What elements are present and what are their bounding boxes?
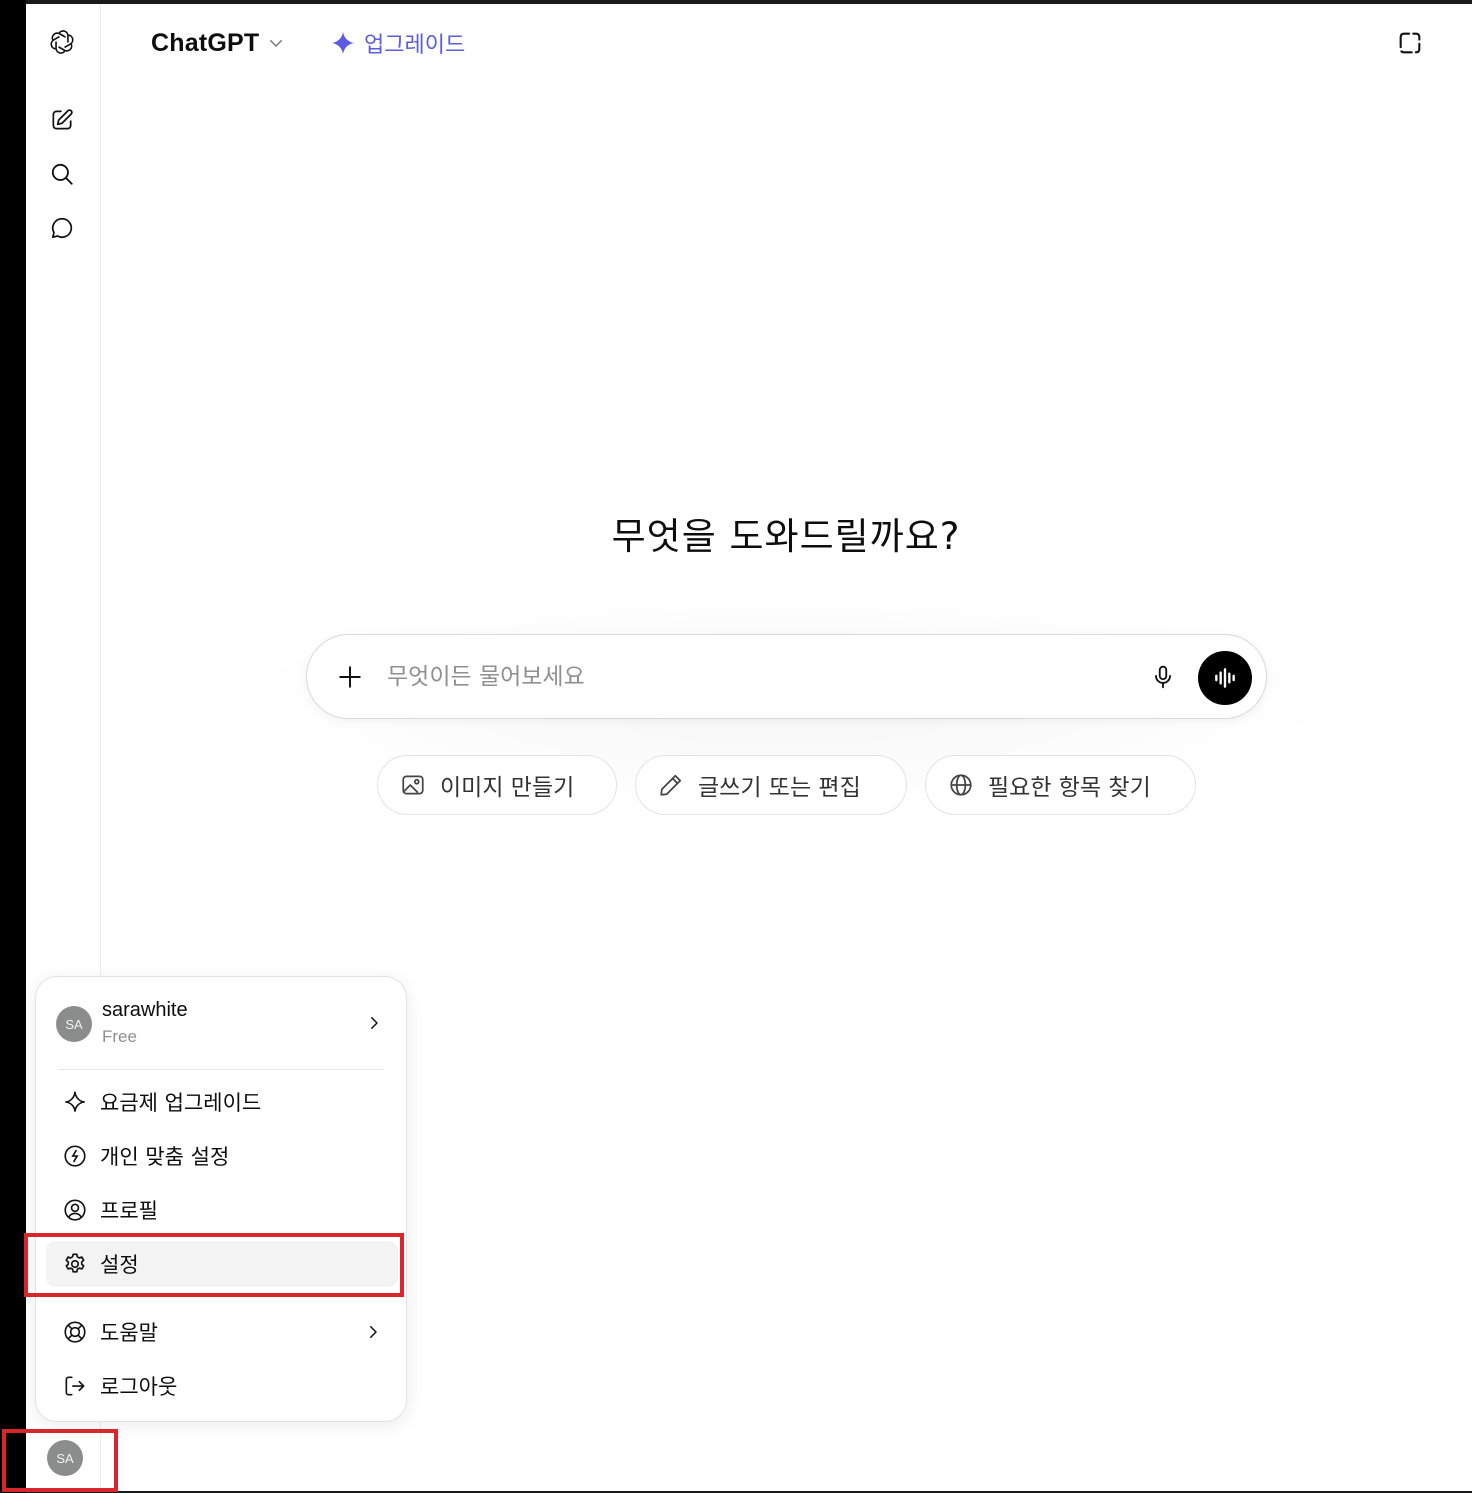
account-username: sarawhite (102, 999, 188, 1021)
upgrade-label: 업그레이드 (364, 33, 466, 58)
window-top-edge (26, 0, 1472, 4)
chip-write-edit[interactable]: 글쓰기 또는 편집 (635, 755, 907, 815)
menu-item-upgrade-plan[interactable]: 요금제 업그레이드 (46, 1079, 398, 1125)
chip-label: 이미지 만들기 (440, 775, 575, 801)
chip-label: 글쓰기 또는 편집 (698, 775, 861, 801)
menu-item-profile[interactable]: 프로필 (46, 1187, 398, 1233)
dictate-button[interactable] (1143, 657, 1183, 697)
menu-item-help[interactable]: 도움말 (46, 1309, 398, 1355)
image-icon (402, 775, 424, 795)
chevron-down-icon (270, 40, 283, 47)
chip-label: 필요한 항목 찾기 (988, 775, 1151, 801)
new-chat-icon[interactable] (44, 102, 80, 138)
model-name: ChatGPT (151, 28, 260, 57)
prompt-input[interactable] (387, 655, 1087, 699)
sparkle-icon (64, 1091, 86, 1113)
account-header[interactable]: SA sarawhite Free (36, 977, 408, 1069)
menu-divider (58, 1069, 384, 1070)
pencil-icon (660, 774, 682, 796)
search-icon[interactable] (44, 156, 80, 192)
chip-create-image[interactable]: 이미지 만들기 (377, 755, 617, 815)
account-plan: Free (102, 1027, 137, 1046)
personalize-icon (64, 1145, 86, 1167)
window-left-edge (0, 0, 26, 1493)
menu-item-label: 도움말 (100, 1321, 158, 1345)
chevron-right-icon (364, 1013, 384, 1033)
chat-bubble-icon[interactable] (44, 210, 80, 246)
account-menu: SA sarawhite Free 요금제 업그레이드 개인 맞춤 설정 프로필… (35, 976, 407, 1422)
highlight-settings-annotation (24, 1233, 404, 1297)
avatar: SA (56, 1006, 92, 1042)
voice-mode-button[interactable] (1198, 651, 1252, 705)
profile-icon (64, 1199, 86, 1221)
temporary-chat-icon[interactable] (1392, 25, 1428, 61)
menu-item-label: 개인 맞춤 설정 (100, 1145, 230, 1169)
menu-item-label: 프로필 (100, 1199, 158, 1223)
account-avatar-button[interactable]: SA (47, 1440, 83, 1476)
chip-find-items[interactable]: 필요한 항목 찾기 (925, 755, 1196, 815)
logout-icon (65, 1376, 85, 1396)
add-attachment-button[interactable] (331, 658, 369, 696)
menu-item-logout[interactable]: 로그아웃 (46, 1363, 398, 1409)
menu-item-label: 로그아웃 (100, 1375, 178, 1399)
plus-icon (339, 666, 361, 688)
globe-icon (950, 774, 972, 796)
openai-logo-icon[interactable] (44, 24, 80, 60)
composer (306, 634, 1267, 719)
menu-item-label: 요금제 업그레이드 (100, 1091, 262, 1115)
chevron-right-icon (370, 1326, 377, 1338)
model-switcher[interactable]: ChatGPT (151, 26, 285, 60)
upgrade-button[interactable]: 업그레이드 (330, 26, 465, 60)
sparkle-icon (331, 31, 355, 55)
lifebuoy-icon (64, 1321, 86, 1343)
microphone-icon (1155, 665, 1171, 689)
voice-waveform-icon (1215, 668, 1235, 688)
menu-item-personalization[interactable]: 개인 맞춤 설정 (46, 1133, 398, 1179)
page-title: 무엇을 도와드릴까요? (611, 515, 961, 558)
